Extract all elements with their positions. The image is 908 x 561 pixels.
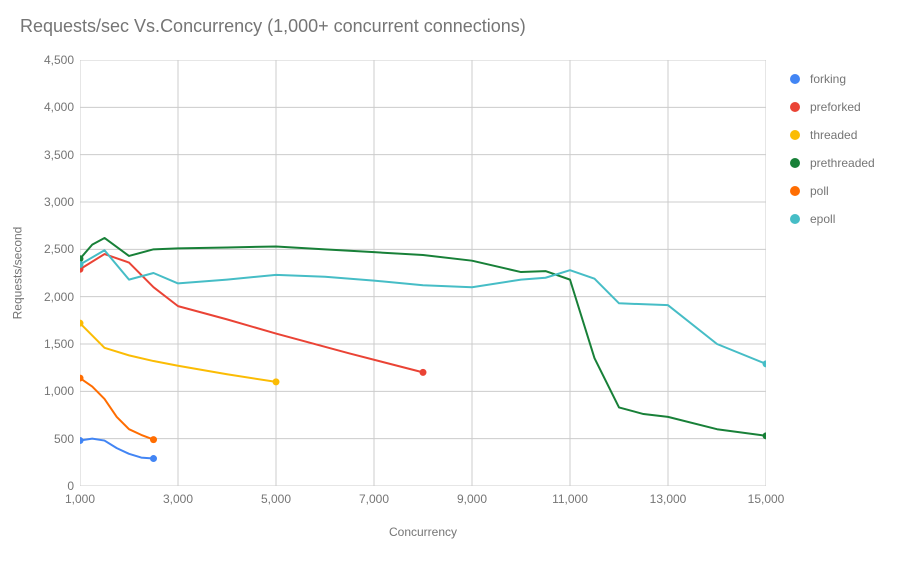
- series-point: [150, 455, 157, 462]
- legend-marker-icon: [790, 186, 800, 196]
- y-tick-label: 3,000: [34, 195, 80, 209]
- legend: forking preforked threaded prethreaded poll e…: [790, 65, 875, 233]
- legend-item-preforked[interactable]: preforked: [790, 93, 875, 121]
- x-tick-label: 15,000: [748, 486, 785, 506]
- legend-item-poll[interactable]: poll: [790, 177, 875, 205]
- series-point: [150, 436, 157, 443]
- legend-marker-icon: [790, 130, 800, 140]
- legend-marker-icon: [790, 102, 800, 112]
- legend-marker-icon: [790, 214, 800, 224]
- legend-item-epoll[interactable]: epoll: [790, 205, 875, 233]
- chart-container: Requests/sec Vs.Concurrency (1,000+ conc…: [0, 0, 908, 561]
- series-point: [763, 360, 767, 367]
- legend-label: epoll: [810, 212, 835, 226]
- legend-item-prethreaded[interactable]: prethreaded: [790, 149, 875, 177]
- legend-label: prethreaded: [810, 156, 875, 170]
- y-tick-label: 500: [34, 432, 80, 446]
- series-point: [80, 437, 84, 444]
- x-axis-label: Concurrency: [80, 525, 766, 539]
- legend-label: threaded: [810, 128, 857, 142]
- y-tick-label: 3,500: [34, 148, 80, 162]
- plot-area: 05001,0001,5002,0002,5003,0003,5004,0004…: [80, 60, 766, 486]
- series-prethreaded: [80, 238, 766, 436]
- legend-item-forking[interactable]: forking: [790, 65, 875, 93]
- y-tick-label: 1,500: [34, 337, 80, 351]
- x-tick-label: 3,000: [163, 486, 193, 506]
- y-tick-label: 4,000: [34, 100, 80, 114]
- legend-marker-icon: [790, 74, 800, 84]
- series-forking: [80, 439, 154, 459]
- x-tick-label: 7,000: [359, 486, 389, 506]
- chart-title: Requests/sec Vs.Concurrency (1,000+ conc…: [20, 16, 526, 37]
- series-point: [273, 378, 280, 385]
- legend-label: poll: [810, 184, 829, 198]
- x-tick-label: 9,000: [457, 486, 487, 506]
- chart-svg: [80, 60, 766, 486]
- x-tick-label: 1,000: [65, 486, 95, 506]
- y-tick-label: 2,000: [34, 290, 80, 304]
- series-point: [420, 369, 427, 376]
- series-poll: [80, 378, 154, 440]
- series-preforked: [80, 254, 423, 372]
- legend-item-threaded[interactable]: threaded: [790, 121, 875, 149]
- legend-label: forking: [810, 72, 846, 86]
- legend-label: preforked: [810, 100, 861, 114]
- x-tick-label: 13,000: [650, 486, 687, 506]
- y-tick-label: 1,000: [34, 384, 80, 398]
- y-tick-label: 2,500: [34, 242, 80, 256]
- legend-marker-icon: [790, 158, 800, 168]
- y-tick-label: 4,500: [34, 53, 80, 67]
- x-tick-label: 11,000: [552, 486, 588, 506]
- x-tick-label: 5,000: [261, 486, 291, 506]
- y-axis-label: Requests/second: [10, 60, 24, 486]
